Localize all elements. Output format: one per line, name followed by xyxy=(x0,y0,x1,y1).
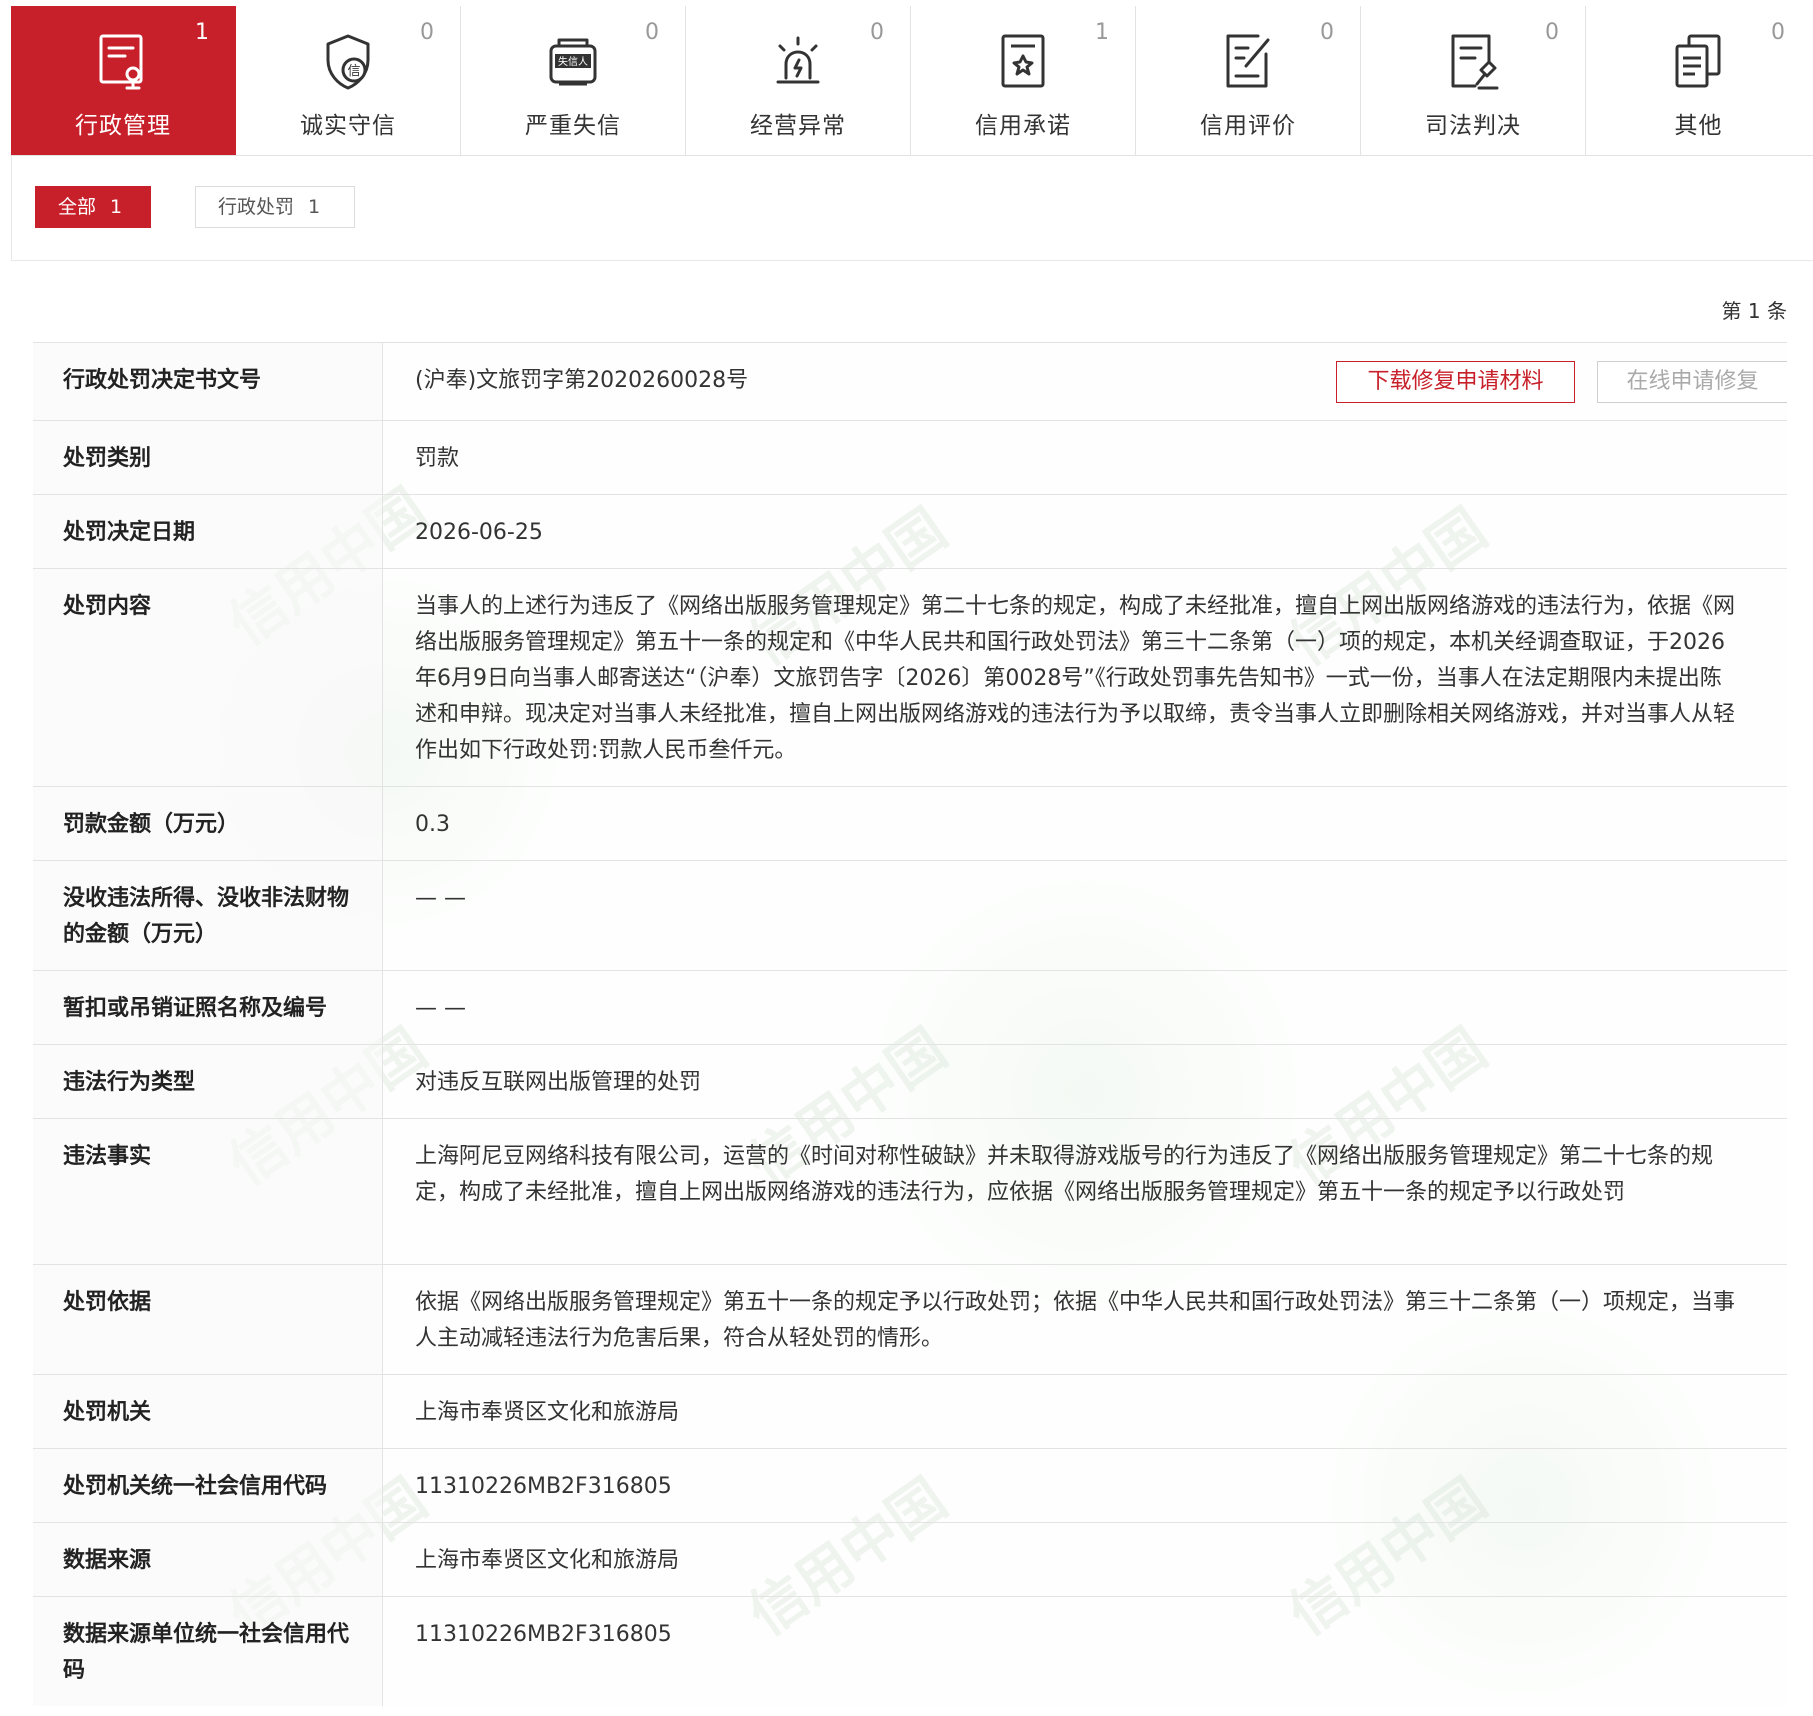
tab-judicial-judgment[interactable]: 0 司法判决 xyxy=(1361,6,1586,155)
row-label: 处罚内容 xyxy=(33,569,383,786)
tab-count: 0 xyxy=(645,20,659,45)
row-label: 罚款金额（万元） xyxy=(33,787,383,860)
detail-row-penalty-authority: 处罚机关 上海市奉贤区文化和旅游局 xyxy=(33,1375,1787,1449)
row-value: 当事人的上述行为违反了《网络出版服务管理规定》第二十七条的规定，构成了未经批准，… xyxy=(415,594,1736,763)
filter-all-label: 全部 xyxy=(58,196,97,218)
row-label: 没收违法所得、没收非法财物的金额（万元） xyxy=(33,861,383,970)
detail-row-decision-number: 行政处罚决定书文号 (沪奉)文旅罚字第2020260028号 下载修复申请材料 … xyxy=(33,343,1787,421)
tab-label: 信用承诺 xyxy=(975,113,1071,139)
row-label: 处罚依据 xyxy=(33,1265,383,1374)
row-label: 数据来源 xyxy=(33,1523,383,1596)
evaluation-document-icon xyxy=(1220,32,1276,92)
tab-credit-evaluation[interactable]: 0 信用评价 xyxy=(1136,6,1361,155)
tab-other[interactable]: 0 其他 xyxy=(1586,6,1811,155)
detail-row-decision-date: 处罚决定日期 2026-06-25 xyxy=(33,495,1787,569)
detail-row-license-revocation: 暂扣或吊销证照名称及编号 — — xyxy=(33,971,1787,1045)
tab-count: 1 xyxy=(1095,20,1109,45)
tab-business-abnormal[interactable]: 0 经营异常 xyxy=(686,6,911,155)
tab-label: 经营异常 xyxy=(750,113,846,139)
dishonest-icon-text: 失信人 xyxy=(558,55,588,68)
row-label: 处罚机关 xyxy=(33,1375,383,1448)
row-label: 行政处罚决定书文号 xyxy=(33,343,383,420)
row-value: 0.3 xyxy=(415,812,450,837)
row-label: 处罚决定日期 xyxy=(33,495,383,568)
filter-all-count: 1 xyxy=(110,196,123,218)
tab-serious-dishonesty[interactable]: 0 失信人 严重失信 xyxy=(461,6,686,155)
detail-row-data-source-credit-code: 数据来源单位统一社会信用代码 11310226MB2F316805 xyxy=(33,1597,1787,1706)
detail-row-penalty-content: 处罚内容 当事人的上述行为违反了《网络出版服务管理规定》第二十七条的规定，构成了… xyxy=(33,569,1787,787)
row-value: 罚款 xyxy=(415,446,460,471)
row-value: 依据《网络出版服务管理规定》第五十一条的规定予以行政处罚；依据《中华人民共和国行… xyxy=(415,1290,1736,1351)
detail-row-violation-facts: 违法事实 上海阿尼豆网络科技有限公司，运营的《时间对称性破缺》并未取得游戏版号的… xyxy=(33,1119,1787,1265)
detail-row-fine-amount: 罚款金额（万元） 0.3 xyxy=(33,787,1787,861)
row-value: (沪奉)文旅罚字第2020260028号 xyxy=(415,368,749,393)
tab-count: 0 xyxy=(1771,20,1785,45)
row-value: 11310226MB2F316805 xyxy=(415,1622,672,1647)
tab-count: 0 xyxy=(1320,20,1334,45)
row-label: 暂扣或吊销证照名称及编号 xyxy=(33,971,383,1044)
row-label: 处罚机关统一社会信用代码 xyxy=(33,1449,383,1522)
honesty-shield-icon: 信 xyxy=(320,32,376,92)
row-label: 违法行为类型 xyxy=(33,1045,383,1118)
filter-penalty-count: 1 xyxy=(308,196,321,218)
tab-label: 其他 xyxy=(1674,113,1723,139)
online-repair-application-button[interactable]: 在线申请修复 xyxy=(1597,361,1787,403)
other-document-icon xyxy=(1671,32,1727,92)
tab-label: 严重失信 xyxy=(525,113,621,139)
tab-label: 诚实守信 xyxy=(300,113,396,139)
tab-count: 0 xyxy=(1545,20,1559,45)
row-value: 2026-06-25 xyxy=(415,520,543,545)
row-value: — — xyxy=(415,886,466,911)
row-value: 11310226MB2F316805 xyxy=(415,1474,672,1499)
filter-admin-penalty-chip[interactable]: 行政处罚 1 xyxy=(195,186,355,228)
row-label: 处罚类别 xyxy=(33,421,383,494)
detail-row-data-source: 数据来源 上海市奉贤区文化和旅游局 xyxy=(33,1523,1787,1597)
tab-label: 信用评价 xyxy=(1200,113,1296,139)
tab-label: 司法判决 xyxy=(1425,113,1521,139)
row-value: 上海市奉贤区文化和旅游局 xyxy=(415,1548,680,1573)
filter-penalty-label: 行政处罚 xyxy=(218,196,295,218)
row-value: — — xyxy=(415,996,466,1021)
detail-row-violation-type: 违法行为类型 对违反互联网出版管理的处罚 xyxy=(33,1045,1787,1119)
tab-count: 1 xyxy=(195,20,209,45)
row-value: 上海阿尼豆网络科技有限公司，运营的《时间对称性破缺》并未取得游戏版号的行为违反了… xyxy=(415,1144,1714,1205)
tab-count: 0 xyxy=(870,20,884,45)
filter-all-chip[interactable]: 全部 1 xyxy=(35,186,151,228)
subcategory-filter: 全部 1 行政处罚 1 xyxy=(11,156,1813,261)
credit-record-page: 1 行政管理 0 信 诚实守信 0 失信人 严重失信 0 经营异常 1 信用承诺… xyxy=(0,0,1813,1716)
tab-honesty[interactable]: 0 信 诚实守信 xyxy=(236,6,461,155)
tab-label: 行政管理 xyxy=(75,113,171,139)
detail-row-confiscation-amount: 没收违法所得、没收非法财物的金额（万元） — — xyxy=(33,861,1787,971)
commitment-document-icon xyxy=(995,32,1051,92)
row-label: 数据来源单位统一社会信用代码 xyxy=(33,1597,383,1706)
alarm-light-icon xyxy=(770,32,826,92)
admin-management-icon xyxy=(95,32,151,92)
detail-row-penalty-basis: 处罚依据 依据《网络出版服务管理规定》第五十一条的规定予以行政处罚；依据《中华人… xyxy=(33,1265,1787,1375)
penalty-detail-table: 信用中国 信用中国 信用中国 信用中国 信用中国 信用中国 信用中国 信用中国 … xyxy=(33,342,1787,1706)
svg-text:信: 信 xyxy=(347,64,360,79)
detail-row-penalty-type: 处罚类别 罚款 xyxy=(33,421,1787,495)
dishonest-person-icon: 失信人 xyxy=(545,32,601,92)
judgment-document-icon xyxy=(1445,32,1501,92)
tab-admin-management[interactable]: 1 行政管理 xyxy=(11,6,236,155)
download-repair-materials-button[interactable]: 下载修复申请材料 xyxy=(1336,361,1575,403)
record-index: 第 1 条 xyxy=(1721,299,1787,323)
row-value: 对违反互联网出版管理的处罚 xyxy=(415,1070,702,1095)
row-value: 上海市奉贤区文化和旅游局 xyxy=(415,1400,680,1425)
category-tabs: 1 行政管理 0 信 诚实守信 0 失信人 严重失信 0 经营异常 1 信用承诺… xyxy=(11,6,1813,156)
detail-row-authority-credit-code: 处罚机关统一社会信用代码 11310226MB2F316805 xyxy=(33,1449,1787,1523)
row-label: 违法事实 xyxy=(33,1119,383,1264)
tab-credit-commitment[interactable]: 1 信用承诺 xyxy=(911,6,1136,155)
tab-count: 0 xyxy=(420,20,434,45)
